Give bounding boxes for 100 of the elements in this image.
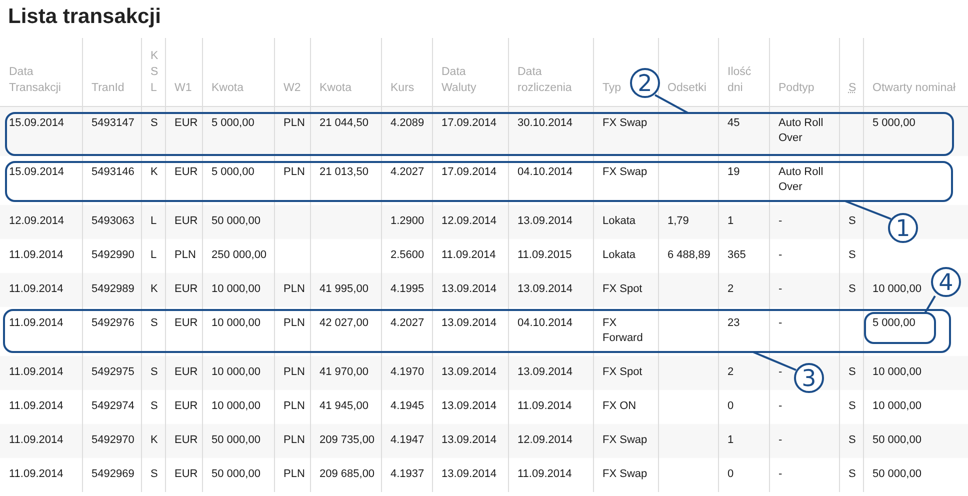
column-header: Typ bbox=[602, 82, 622, 94]
table-cell: 4.2027 bbox=[390, 166, 424, 178]
column-header: Podtyp bbox=[778, 82, 814, 94]
column-header: TranId bbox=[92, 82, 124, 94]
table-cell: S bbox=[848, 214, 856, 226]
table-cell: 15.09.2014 bbox=[9, 116, 64, 128]
table-cell: 5492976 bbox=[92, 316, 134, 328]
table-cell: FX Swap bbox=[602, 468, 648, 480]
table-cell: 10 000,00 bbox=[212, 316, 260, 328]
table-cell: K bbox=[150, 434, 158, 446]
table-cell: 42 027,00 bbox=[320, 316, 368, 328]
table-cell: S bbox=[848, 434, 856, 446]
table-cell: 11.09.2014 bbox=[9, 316, 64, 328]
column-header: Kwota bbox=[212, 82, 244, 94]
table-cell: FX Forward bbox=[602, 316, 643, 344]
column-header: Ilość dni bbox=[728, 66, 752, 94]
table-cell: EUR bbox=[174, 282, 198, 294]
table-cell: PLN bbox=[284, 434, 305, 446]
table-cell: S bbox=[848, 366, 856, 378]
table-cell: - bbox=[778, 434, 782, 446]
table-cell: Auto Roll Over bbox=[778, 166, 824, 192]
table-cell: 15.09.2014 bbox=[9, 166, 64, 178]
table-cell: 5 000,00 bbox=[872, 316, 916, 328]
table-cell: - bbox=[778, 214, 782, 226]
table-cell: 13.09.2014 bbox=[442, 316, 497, 328]
table-cell: 5 000,00 bbox=[212, 166, 254, 178]
table-cell: - bbox=[778, 248, 782, 260]
table-cell: 1 bbox=[728, 434, 734, 446]
table-cell: S bbox=[150, 316, 158, 328]
table-cell: 5493063 bbox=[92, 214, 134, 226]
callout-number: 1 bbox=[888, 213, 918, 243]
leader-line bbox=[924, 296, 936, 314]
table-cell: FX Spot bbox=[602, 366, 642, 378]
table-cell: 4.2027 bbox=[390, 316, 424, 328]
table-cell: 11.09.2014 bbox=[442, 248, 496, 260]
table-cell: 21 013,50 bbox=[320, 166, 368, 178]
table-cell: FX Swap bbox=[602, 116, 648, 128]
table-cell: 5492990 bbox=[92, 248, 134, 260]
table-cell: 209 735,00 bbox=[320, 434, 375, 446]
table-cell: 4.1947 bbox=[390, 434, 424, 446]
table-cell: 5492974 bbox=[92, 400, 134, 412]
table-cell: 13.09.2014 bbox=[518, 282, 573, 294]
table-cell: PLN bbox=[284, 366, 305, 378]
table-cell: 04.10.2014 bbox=[518, 166, 573, 178]
table-cell: 50 000,00 bbox=[212, 434, 260, 446]
page-title: Lista transakcji bbox=[8, 4, 161, 30]
table-cell: 11.09.2014 bbox=[9, 400, 64, 412]
table-cell: - bbox=[778, 316, 782, 328]
table-cell: 10 000,00 bbox=[212, 366, 260, 378]
table-cell: 13.09.2014 bbox=[442, 434, 497, 446]
table-cell: 17.09.2014 bbox=[442, 166, 497, 178]
table-cell: - bbox=[778, 366, 782, 378]
column-header: KSL bbox=[150, 48, 157, 96]
table-cell: 10 000,00 bbox=[872, 366, 922, 378]
table-cell: EUR bbox=[174, 316, 198, 328]
table-cell: 5493147 bbox=[92, 116, 134, 128]
table-cell: 1 bbox=[728, 214, 734, 226]
table-cell: 250 000,00 bbox=[212, 248, 267, 260]
table-cell: 5 000,00 bbox=[212, 116, 254, 128]
table-cell: 4.1995 bbox=[390, 282, 424, 294]
table-cell: 13.09.2014 bbox=[442, 468, 497, 480]
table-cell: 13.09.2014 bbox=[518, 214, 573, 226]
table-cell: S bbox=[150, 468, 158, 480]
table-cell: 12.09.2014 bbox=[442, 214, 497, 226]
table-cell: 19 bbox=[728, 166, 740, 178]
table-cell: L bbox=[150, 214, 157, 226]
table-cell: 50 000,00 bbox=[872, 468, 922, 480]
table-cell: EUR bbox=[174, 214, 198, 226]
table-cell: 10 000,00 bbox=[872, 282, 922, 294]
table-cell: 5492970 bbox=[92, 434, 134, 446]
table-cell: - bbox=[778, 400, 782, 412]
table-cell: 5492989 bbox=[92, 282, 134, 294]
column-header: Otwarty nominał bbox=[872, 82, 956, 94]
table-cell: - bbox=[778, 282, 782, 294]
table-cell: PLN bbox=[284, 316, 305, 328]
column-header: W1 bbox=[174, 82, 192, 94]
table-cell: 1,79 bbox=[668, 214, 689, 226]
table-cell: S bbox=[848, 282, 856, 294]
table-cell: 11.09.2015 bbox=[518, 248, 572, 260]
table-cell: 365 bbox=[728, 248, 746, 260]
table-cell: 11.09.2014 bbox=[9, 366, 64, 378]
table-cell: 209 685,00 bbox=[320, 468, 375, 480]
table-cell: EUR bbox=[174, 366, 198, 378]
table-cell: 2 bbox=[728, 366, 734, 378]
table-cell: 0 bbox=[728, 400, 734, 412]
table-cell: 0 bbox=[728, 468, 734, 480]
table-cell: 11.09.2014 bbox=[9, 434, 64, 446]
leader-line bbox=[654, 94, 688, 114]
table-cell: 13.09.2014 bbox=[442, 366, 497, 378]
callout-number: 2 bbox=[630, 68, 660, 98]
table-cell: 5493146 bbox=[92, 166, 134, 178]
table-cell: 5492975 bbox=[92, 366, 134, 378]
table-cell: EUR bbox=[174, 116, 198, 128]
table-cell: 13.09.2014 bbox=[442, 400, 497, 412]
column-header: Data Transakcji bbox=[9, 66, 61, 94]
table-cell: FX Spot bbox=[602, 282, 642, 294]
table-cell: EUR bbox=[174, 434, 198, 446]
table-cell: 6 488,89 bbox=[668, 248, 710, 260]
table-cell: 50 000,00 bbox=[872, 434, 922, 446]
callout-number: 3 bbox=[794, 363, 824, 393]
